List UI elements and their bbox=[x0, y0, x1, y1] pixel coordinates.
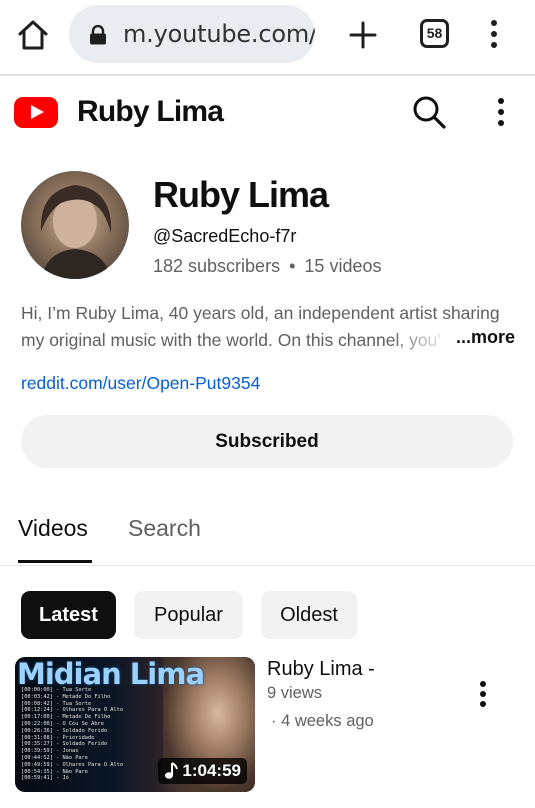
video-count: 15 videos bbox=[304, 256, 382, 276]
more-vert-icon[interactable] bbox=[482, 16, 506, 52]
description-line: my original music with the world. On thi… bbox=[21, 327, 451, 354]
tracklist-line: [00:59:41] - Jó bbox=[21, 775, 69, 782]
channel-handle: @SacredEcho-f7r bbox=[153, 226, 297, 246]
more-link[interactable]: ...more bbox=[456, 327, 515, 348]
music-note-icon bbox=[164, 762, 179, 780]
channel-stats: 182 subscribers • 15 videos bbox=[153, 256, 381, 277]
tracklist-line: [00:49:59] - Olhares Para O Alto bbox=[21, 761, 124, 768]
chip-oldest[interactable]: Oldest bbox=[261, 591, 357, 639]
tracklist-line: [00:08:42] - Tua Sorte bbox=[21, 700, 92, 707]
channel-name: Ruby Lima bbox=[153, 174, 329, 215]
stats-separator: • bbox=[289, 256, 296, 276]
subscribed-button[interactable]: Subscribed bbox=[21, 415, 513, 468]
tracklist-line: [00:39:59] - Jonas bbox=[21, 748, 79, 755]
thumbnail-title: Midian Lima bbox=[17, 657, 205, 691]
youtube-logo-icon[interactable] bbox=[14, 97, 58, 128]
channel-avatar[interactable] bbox=[21, 171, 129, 279]
address-bar[interactable]: m.youtube.com/( bbox=[69, 5, 315, 63]
description-line: Hi, I’m Ruby Lima, 40 years old, an inde… bbox=[21, 303, 500, 323]
tab-search[interactable]: Search bbox=[128, 515, 201, 542]
tracklist-line: [00:03:42] - Metade Do Filho bbox=[21, 693, 111, 700]
search-icon[interactable] bbox=[410, 93, 448, 131]
video-views: 9 views bbox=[267, 684, 323, 702]
more-vert-icon[interactable] bbox=[474, 678, 492, 710]
video-age: · 4 weeks ago bbox=[271, 712, 374, 730]
plus-icon[interactable] bbox=[346, 18, 380, 52]
tracklist-line: [00:22:00] - O Céu Se Abre bbox=[21, 720, 104, 727]
channel-description[interactable]: Hi, I’m Ruby Lima, 40 years old, an inde… bbox=[21, 300, 516, 354]
tracklist-line: [00:35:27] - Soldado Ferido bbox=[21, 741, 108, 748]
browser-toolbar: m.youtube.com/( 58 bbox=[0, 0, 535, 76]
video-title[interactable]: Ruby Lima - bbox=[267, 658, 375, 681]
tab-switcher-button[interactable]: 58 bbox=[420, 19, 449, 48]
youtube-header: Ruby Lima bbox=[0, 78, 535, 148]
tracklist-line: [00:12:24] - Olhares Para O Alto bbox=[21, 707, 124, 714]
tracklist-line: [00:31:08] - Prioridade bbox=[21, 734, 95, 741]
tab-indicator bbox=[18, 560, 92, 563]
duration-badge: 1:04:59 bbox=[158, 758, 247, 784]
tab-videos[interactable]: Videos bbox=[18, 515, 88, 542]
video-thumbnail[interactable]: Midian Lima [00:00:00] - Tua Sorte [00:03… bbox=[15, 657, 255, 792]
duration-text: 1:04:59 bbox=[182, 761, 241, 780]
chip-popular[interactable]: Popular bbox=[134, 591, 243, 639]
chip-latest[interactable]: Latest bbox=[21, 591, 116, 639]
more-vert-icon[interactable] bbox=[491, 95, 511, 129]
header-title: Ruby Lima bbox=[77, 95, 224, 128]
channel-link[interactable]: reddit.com/user/Open-Put9354 bbox=[21, 373, 260, 394]
home-icon[interactable] bbox=[16, 18, 50, 52]
lock-icon bbox=[89, 24, 107, 45]
tracklist-line: [00:44:52] - Não Pare bbox=[21, 754, 88, 761]
thumbnail-tracklist: [00:00:00] - Tua Sorte [00:03:42] - Metad… bbox=[21, 687, 123, 782]
tracklist-line: [00:00:00] - Tua Sorte bbox=[21, 687, 92, 693]
url-text: m.youtube.com/( bbox=[123, 20, 315, 48]
tracklist-line: [00:17:00] - Metade De Filho bbox=[21, 714, 111, 721]
tracklist-line: [00:26:36] - Soldado Ferido bbox=[21, 727, 108, 734]
divider bbox=[0, 565, 535, 566]
subscriber-count: 182 subscribers bbox=[153, 256, 281, 276]
